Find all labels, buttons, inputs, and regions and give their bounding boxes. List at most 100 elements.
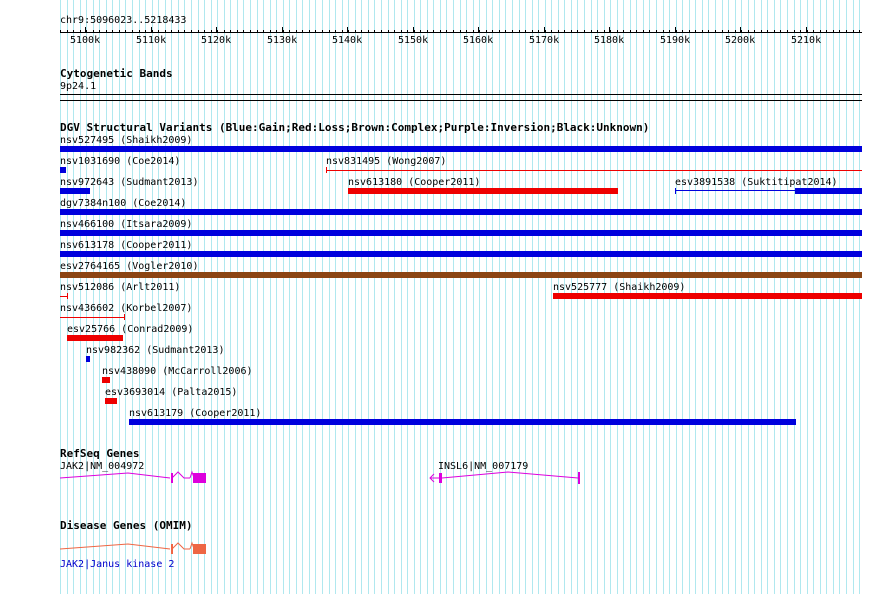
ruler-minor-tick [198, 30, 199, 33]
cytobands-track-title: Cytogenetic Bands [60, 67, 173, 80]
variant-bar-loss[interactable] [348, 188, 618, 194]
variant-bar-loss[interactable] [67, 335, 123, 341]
variant-label[interactable]: nsv436602 (Korbel2007) [60, 303, 192, 314]
variant-bar-gain[interactable] [60, 251, 862, 257]
ruler-tick-label: 5170k [529, 35, 560, 46]
variant-bar-complex[interactable] [60, 272, 862, 278]
variant-label[interactable]: nsv982362 (Sudmant2013) [86, 345, 224, 356]
ruler-minor-tick [466, 30, 467, 33]
ruler-minor-tick [191, 30, 192, 33]
ruler-minor-tick [145, 30, 146, 33]
variant-label[interactable]: esv25766 (Conrad2009) [67, 324, 193, 335]
ruler-minor-tick [86, 30, 87, 33]
ruler-minor-tick [728, 30, 729, 33]
ruler-minor-tick [230, 30, 231, 33]
variant-end-tick [675, 188, 676, 194]
ruler-minor-tick [322, 30, 323, 33]
variant-label[interactable]: nsv512086 (Arlt2011) [60, 282, 180, 293]
variant-bar-gain[interactable] [86, 356, 90, 362]
variant-label[interactable]: nsv1031690 (Coe2014) [60, 156, 180, 167]
variant-bar-gain-line[interactable] [675, 190, 795, 191]
ruler-minor-tick [302, 30, 303, 33]
gene-model-jak2[interactable] [58, 468, 208, 488]
variant-label[interactable]: nsv831495 (Wong2007) [326, 156, 446, 167]
variant-bar-loss[interactable] [105, 398, 117, 404]
ruler-minor-tick [525, 30, 526, 33]
ruler-minor-tick [486, 30, 487, 33]
variant-label[interactable]: nsv525777 (Shaikh2009) [553, 282, 685, 293]
ruler-minor-tick [715, 30, 716, 33]
variant-bar-gain[interactable] [60, 146, 862, 152]
ruler-minor-tick [132, 30, 133, 33]
ruler-minor-tick [315, 30, 316, 33]
variant-bar-loss-line[interactable] [60, 317, 125, 318]
ruler-minor-tick [767, 30, 768, 33]
ruler-minor-tick [695, 30, 696, 33]
ruler-tick-label: 5160k [463, 35, 494, 46]
variant-label[interactable]: nsv613180 (Cooper2011) [348, 177, 480, 188]
ruler-minor-tick [394, 30, 395, 33]
ruler-minor-tick [820, 30, 821, 33]
variant-bar-gain[interactable] [60, 209, 862, 215]
ruler-minor-tick [250, 30, 251, 33]
ruler-minor-tick [630, 30, 631, 33]
cytoband-line-1 [60, 94, 862, 95]
omim-gene-label[interactable]: JAK2|Janus kinase 2 [60, 559, 174, 570]
gene-model-omim-jak2[interactable] [58, 540, 208, 558]
ruler-minor-tick [152, 30, 153, 33]
ruler-minor-tick [774, 30, 775, 33]
variant-end-tick [124, 314, 125, 320]
variant-bar-gain[interactable] [60, 188, 90, 194]
ruler-minor-tick [224, 30, 225, 33]
variant-label[interactable]: nsv527495 (Shaikh2009) [60, 135, 192, 146]
ruler-minor-tick [217, 30, 218, 33]
variant-label[interactable]: nsv466100 (Itsara2009) [60, 219, 192, 230]
variant-bar-gain[interactable] [60, 167, 66, 173]
ruler-minor-tick [112, 30, 113, 33]
ruler-minor-tick [270, 30, 271, 33]
cytoband-label[interactable]: 9p24.1 [60, 81, 96, 92]
ruler-minor-tick [512, 30, 513, 33]
variant-label[interactable]: esv2764165 (Vogler2010) [60, 261, 198, 272]
ruler-minor-tick [656, 30, 657, 33]
ruler-minor-tick [859, 30, 860, 33]
variant-label[interactable]: nsv613179 (Cooper2011) [129, 408, 261, 419]
ruler-minor-tick [722, 30, 723, 33]
variant-bar-gain[interactable] [60, 230, 862, 236]
ruler-position: chr9:5096023..5218433 [60, 15, 187, 26]
ruler-minor-tick [545, 30, 546, 33]
variant-bar-loss[interactable] [553, 293, 862, 299]
ruler-minor-tick [807, 30, 808, 33]
variant-label[interactable]: dgv7384n100 (Coe2014) [60, 198, 186, 209]
ruler-minor-tick [532, 30, 533, 33]
ruler-tick-label: 5110k [136, 35, 167, 46]
variant-end-tick [67, 293, 68, 299]
variant-bar-loss[interactable] [326, 170, 862, 171]
variant-label[interactable]: nsv972643 (Sudmant2013) [60, 177, 198, 188]
ruler-minor-tick [617, 30, 618, 33]
ruler-minor-tick [669, 30, 670, 33]
ruler-minor-tick [93, 30, 94, 33]
variant-label[interactable]: esv3693014 (Palta2015) [105, 387, 237, 398]
variant-label[interactable]: nsv613178 (Cooper2011) [60, 240, 192, 251]
variant-label[interactable]: nsv438090 (McCarroll2006) [102, 366, 253, 377]
ruler-minor-tick [296, 30, 297, 33]
ruler-minor-tick [839, 30, 840, 33]
ruler-minor-tick [597, 30, 598, 33]
variant-bar-loss[interactable] [102, 377, 110, 383]
ruler-minor-tick [558, 30, 559, 33]
variant-bar-gain[interactable] [129, 419, 796, 425]
genome-browser-view: chr9:5096023..5218433 5100k 5110k 5120k 513… [0, 0, 890, 594]
gene-model-insl6[interactable] [428, 468, 588, 488]
ruler-minor-tick [414, 30, 415, 33]
ruler-tick-label: 5130k [267, 35, 298, 46]
ruler-minor-tick [276, 30, 277, 33]
ruler-minor-tick [60, 30, 61, 33]
ruler-minor-tick [735, 30, 736, 33]
ruler-minor-tick [171, 30, 172, 33]
variant-label[interactable]: esv3891538 (Suktitipat2014) [675, 177, 838, 188]
ruler-minor-tick [243, 30, 244, 33]
variant-bar-gain[interactable] [795, 188, 862, 194]
ruler-minor-tick [800, 30, 801, 33]
ruler-minor-tick [453, 30, 454, 33]
